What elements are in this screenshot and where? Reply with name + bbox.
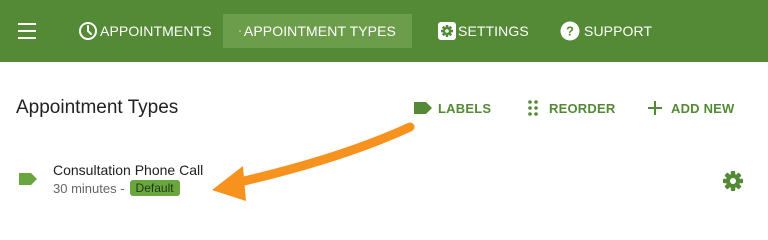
- label-tag-icon: [414, 102, 432, 114]
- page-title: Appointment Types: [16, 97, 179, 118]
- nav-settings-label: SETTINGS: [458, 23, 529, 39]
- reorder-button-label: REORDER: [549, 100, 616, 116]
- add-new-button-label: ADD NEW: [671, 100, 735, 116]
- drag-handle-icon: [528, 100, 538, 116]
- reorder-button[interactable]: REORDER: [528, 98, 615, 118]
- appointment-type-name[interactable]: Consultation Phone Call: [53, 162, 203, 178]
- nav-appointment-types-label: APPOINTMENT TYPES: [243, 23, 396, 39]
- nav-settings[interactable]: SETTINGS: [430, 14, 537, 48]
- help-icon: ?: [560, 21, 580, 41]
- top-navbar: APPOINTMENTS APPOINTMENT TYPES SETTINGS: [0, 0, 768, 62]
- labels-button-label: LABELS: [438, 100, 492, 116]
- hamburger-menu-icon[interactable]: [18, 23, 36, 39]
- default-badge: Default: [129, 180, 180, 196]
- nav-appointments[interactable]: APPOINTMENTS: [70, 14, 220, 48]
- label-tag-icon: [19, 173, 37, 185]
- gear-icon: [438, 22, 456, 40]
- list-icon: [239, 30, 241, 32]
- svg-text:?: ?: [566, 24, 574, 39]
- appointment-type-duration: 30 minutes -: [53, 180, 125, 196]
- plus-icon: [648, 101, 662, 115]
- nav-appointments-label: APPOINTMENTS: [100, 23, 212, 39]
- add-new-button[interactable]: ADD NEW: [648, 98, 735, 118]
- nav-support[interactable]: ? SUPPORT: [552, 14, 660, 48]
- clock-icon: [79, 22, 97, 40]
- labels-button[interactable]: LABELS: [413, 98, 491, 118]
- nav-support-label: SUPPORT: [584, 23, 653, 39]
- settings-gear-icon[interactable]: [722, 170, 744, 192]
- appointment-type-meta: 30 minutes - Default: [53, 180, 180, 196]
- nav-appointment-types[interactable]: APPOINTMENT TYPES: [223, 14, 412, 48]
